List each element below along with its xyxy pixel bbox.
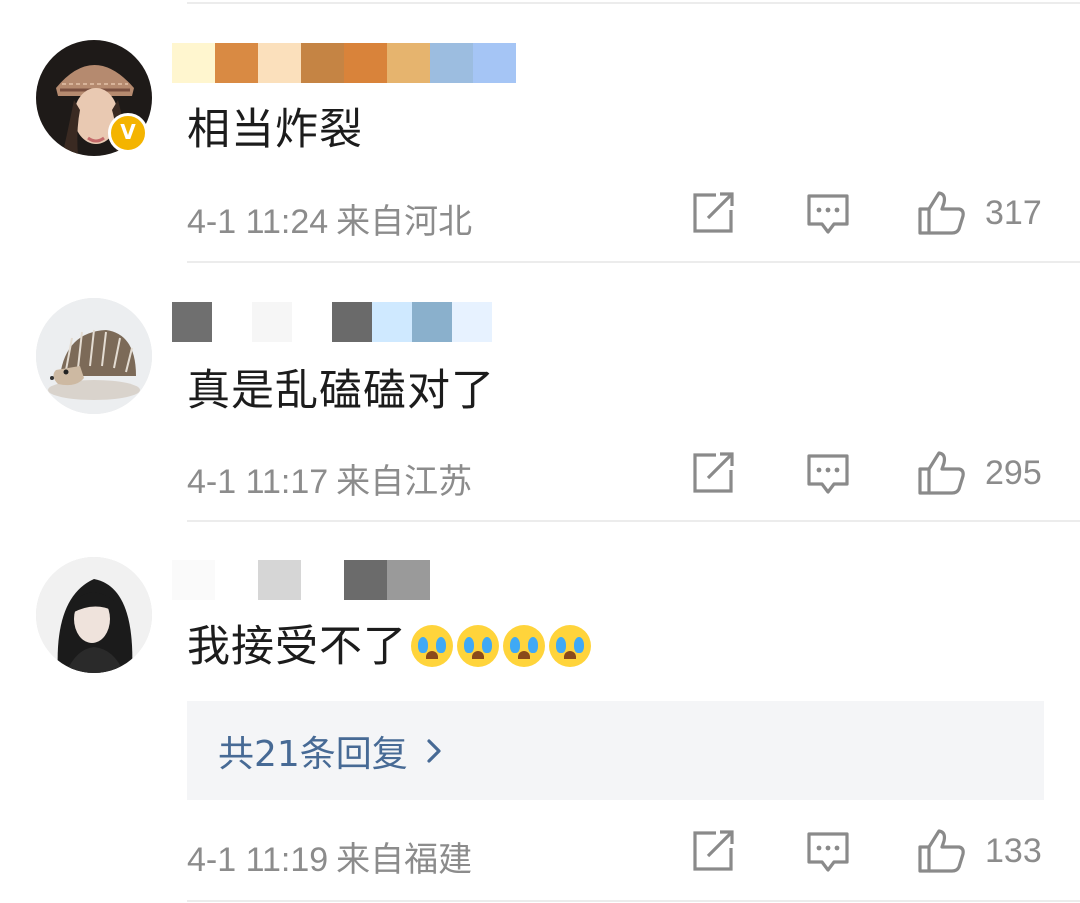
comment-item: 真是乱磕磕对了 4-1 11:17 来自江苏 295 <box>0 263 1080 521</box>
reply-summary-label: 共21条回复 <box>218 733 408 775</box>
comment-button[interactable] <box>806 831 850 873</box>
like-count: 317 <box>985 194 1042 232</box>
comment-text: 相当炸裂 <box>187 105 363 155</box>
like-count: 295 <box>985 454 1042 492</box>
thumbs-up-icon <box>918 191 965 235</box>
nickname-mosaic-block <box>430 43 473 83</box>
comment-button[interactable] <box>806 453 850 495</box>
thumbs-up-icon <box>918 829 965 873</box>
comment-time: 4-1 11:17 <box>187 463 329 501</box>
nickname-mosaic-block <box>344 43 387 83</box>
comment-location: 来自福建 <box>336 841 473 879</box>
verified-badge-icon: V <box>108 113 148 153</box>
nickname-blurred[interactable] <box>172 43 516 83</box>
nickname-mosaic-block <box>172 302 212 342</box>
share-icon <box>693 830 734 871</box>
nickname-mosaic-block <box>258 560 301 600</box>
thumbs-up-icon <box>918 451 965 495</box>
share-button[interactable] <box>692 830 736 872</box>
comment-time: 4-1 11:24 <box>187 203 329 241</box>
avatar-image <box>36 298 152 414</box>
like-count: 133 <box>985 832 1042 870</box>
comment-icon <box>807 194 849 234</box>
like-button[interactable] <box>917 828 967 874</box>
share-icon <box>693 452 734 493</box>
nickname-mosaic-block <box>412 302 452 342</box>
comment-time: 4-1 11:19 <box>187 841 329 879</box>
comment-item: 我接受不了 共21条回复 4-1 11:19 来自福建 133 <box>0 522 1080 903</box>
comment-text: 真是乱磕磕对了 <box>187 366 495 416</box>
comment-divider <box>187 900 1080 902</box>
nickname-mosaic-block <box>292 302 332 342</box>
nickname-mosaic-block <box>344 560 387 600</box>
nickname-mosaic-block <box>212 302 252 342</box>
nickname-mosaic-block <box>452 302 492 342</box>
comment-item: V 相当炸裂 4-1 11:24 来自河北 317 <box>0 0 1080 262</box>
comment-location: 来自河北 <box>336 203 473 241</box>
comment-meta: 4-1 11:17 来自江苏 <box>187 454 472 503</box>
nickname-mosaic-block <box>215 43 258 83</box>
crying-face-icon <box>503 625 545 667</box>
like-button[interactable] <box>917 190 967 236</box>
like-button[interactable] <box>917 450 967 496</box>
nickname-mosaic-block <box>172 560 215 600</box>
avatar-image <box>36 557 152 673</box>
comment-icon <box>807 832 849 872</box>
nickname-mosaic-block <box>372 302 412 342</box>
reply-summary-button[interactable]: 共21条回复 <box>187 701 1044 800</box>
nickname-mosaic-block <box>473 43 516 83</box>
nickname-mosaic-block <box>172 43 215 83</box>
comment-text-body: 我接受不了 <box>187 622 407 672</box>
nickname-mosaic-block <box>387 43 430 83</box>
comment-text: 我接受不了 <box>187 621 591 673</box>
share-button[interactable] <box>692 452 736 494</box>
nickname-mosaic-block <box>332 302 372 342</box>
comment-location: 来自江苏 <box>336 463 473 501</box>
crying-face-icon <box>411 625 453 667</box>
nickname-mosaic-block <box>301 560 344 600</box>
chevron-right-icon <box>427 738 441 763</box>
nickname-blurred[interactable] <box>172 560 430 600</box>
nickname-mosaic-block <box>258 43 301 83</box>
crying-face-icon <box>457 625 499 667</box>
nickname-mosaic-block <box>252 302 292 342</box>
avatar[interactable] <box>36 557 152 673</box>
nickname-mosaic-block <box>301 43 344 83</box>
comment-button[interactable] <box>806 193 850 235</box>
nickname-mosaic-block <box>215 560 258 600</box>
share-button[interactable] <box>692 192 736 234</box>
nickname-blurred[interactable] <box>172 302 492 342</box>
avatar[interactable] <box>36 298 152 414</box>
comment-meta: 4-1 11:19 来自福建 <box>187 832 472 881</box>
crying-face-icon <box>549 625 591 667</box>
nickname-mosaic-block <box>387 560 430 600</box>
comment-meta: 4-1 11:24 来自河北 <box>187 194 472 243</box>
share-icon <box>693 192 734 233</box>
comment-icon <box>807 454 849 494</box>
